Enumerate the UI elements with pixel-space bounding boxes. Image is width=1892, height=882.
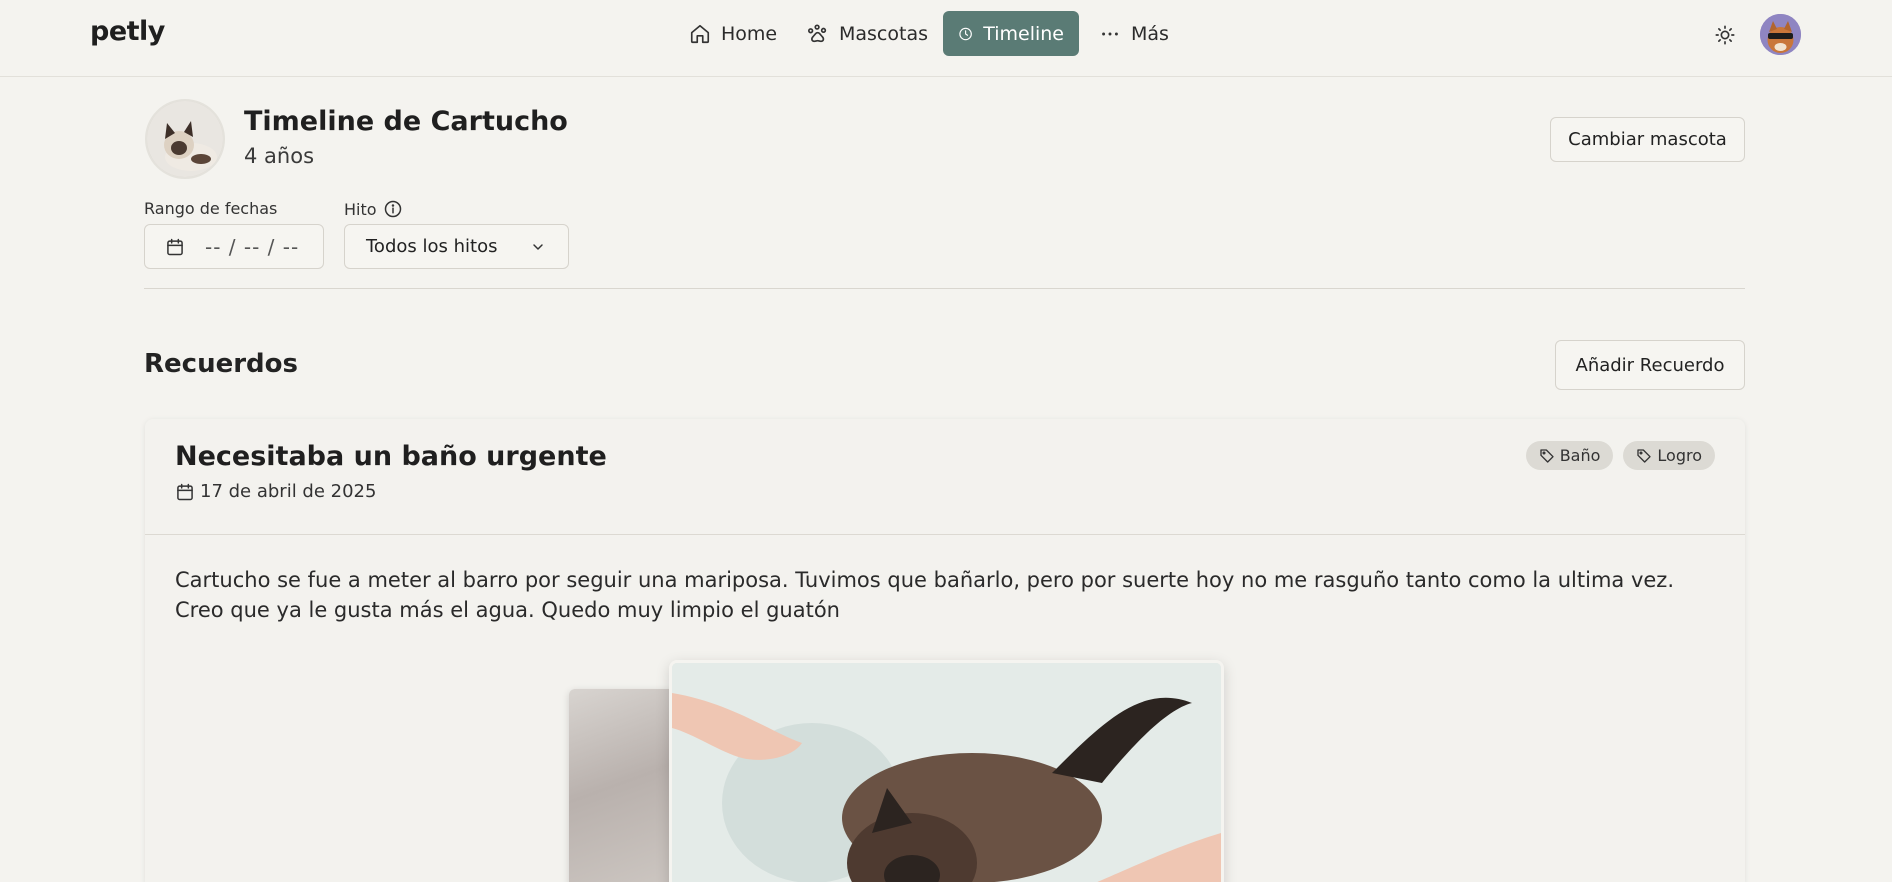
card-divider bbox=[145, 534, 1745, 535]
clock-icon bbox=[959, 27, 972, 40]
date-range-input[interactable]: -- / -- / -- bbox=[144, 224, 324, 269]
home-icon bbox=[690, 24, 710, 43]
tag-icon bbox=[1637, 448, 1652, 463]
memory-text: Cartucho se fue a meter al barro por seg… bbox=[175, 568, 1674, 622]
hito-select[interactable]: Todos los hitos bbox=[344, 224, 569, 269]
tag-label: Baño bbox=[1559, 446, 1601, 465]
memory-photo[interactable] bbox=[669, 660, 1224, 882]
date-range-value: -- / -- / -- bbox=[205, 234, 300, 259]
sun-icon bbox=[1715, 25, 1735, 45]
nav-mascotas-label: Mascotas bbox=[839, 22, 928, 45]
date-range-label-text: Rango de fechas bbox=[144, 199, 278, 218]
user-avatar-image bbox=[1760, 14, 1801, 55]
nav-home-label: Home bbox=[721, 22, 778, 45]
nav-mas-label: Más bbox=[1131, 22, 1169, 45]
page-title: Timeline de Cartucho bbox=[244, 106, 568, 137]
paw-icon bbox=[808, 23, 827, 42]
nav-home[interactable]: Home bbox=[674, 11, 792, 56]
calendar-icon bbox=[177, 483, 193, 500]
memory-card: Necesitaba un baño urgente 17 de abril d… bbox=[145, 419, 1745, 882]
app-logo[interactable]: petly bbox=[90, 16, 165, 47]
tag-label: Logro bbox=[1657, 446, 1702, 465]
memory-photo-image bbox=[672, 663, 1221, 882]
tag-logro[interactable]: Logro bbox=[1623, 441, 1715, 470]
theme-toggle-button[interactable] bbox=[1712, 22, 1738, 48]
info-icon[interactable] bbox=[383, 199, 403, 219]
memory-date-text: 17 de abril de 2025 bbox=[200, 481, 377, 502]
nav-mas[interactable]: Más bbox=[1084, 11, 1184, 56]
section-title: Recuerdos bbox=[144, 349, 298, 379]
memory-date: 17 de abril de 2025 bbox=[175, 481, 376, 502]
nav-mascotas[interactable]: Mascotas bbox=[792, 11, 943, 56]
hito-label: Hito bbox=[344, 199, 403, 219]
calendar-icon bbox=[167, 238, 183, 255]
hito-label-text: Hito bbox=[344, 199, 377, 219]
pet-age: 4 años bbox=[244, 144, 315, 168]
memory-title: Necesitaba un baño urgente bbox=[175, 441, 607, 472]
filters-divider bbox=[144, 288, 1745, 289]
hito-select-value: Todos los hitos bbox=[366, 236, 498, 257]
user-avatar[interactable] bbox=[1760, 14, 1801, 55]
nav-timeline-label: Timeline bbox=[983, 22, 1064, 45]
tag-icon bbox=[1540, 448, 1554, 463]
add-memory-button[interactable]: Añadir Recuerdo bbox=[1555, 340, 1745, 390]
tag-bano[interactable]: Baño bbox=[1525, 441, 1614, 470]
change-pet-button[interactable]: Cambiar mascota bbox=[1550, 117, 1745, 162]
pet-photo-image bbox=[147, 101, 223, 177]
top-navbar: petly Home Mascotas Timeline Más bbox=[0, 0, 1892, 77]
memory-tags: Baño Logro bbox=[1525, 441, 1715, 470]
nav-timeline[interactable]: Timeline bbox=[943, 11, 1079, 56]
more-horizontal-icon bbox=[1102, 32, 1118, 35]
date-range-label: Rango de fechas bbox=[144, 199, 277, 218]
pet-photo bbox=[145, 99, 225, 179]
chevron-down-icon bbox=[533, 243, 543, 250]
